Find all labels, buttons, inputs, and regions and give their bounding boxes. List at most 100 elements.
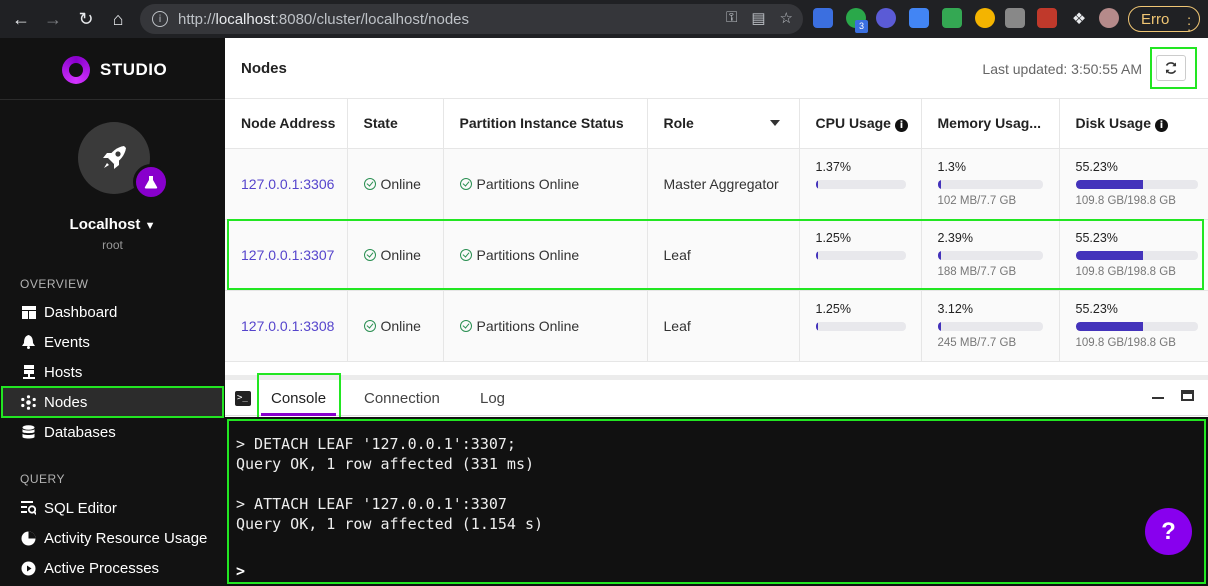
address-bar[interactable]: i http://localhost:8080/cluster/localhos…	[140, 4, 803, 34]
help-button[interactable]: ?	[1145, 508, 1192, 555]
node-address-link[interactable]: 127.0.0.1:3306	[241, 176, 334, 192]
cell-role: Leaf	[647, 290, 800, 362]
home-icon[interactable]: ⌂	[105, 6, 131, 32]
cell-disk-usage: 55.23% 109.8 GB/198.8 GB	[1059, 148, 1208, 220]
info-icon[interactable]: i	[894, 118, 908, 132]
cell-node-address[interactable]: 127.0.0.1:3306	[225, 148, 348, 220]
studio-logo-icon	[62, 56, 90, 84]
sidebar-item-activity-resource-usage[interactable]: Activity Resource Usage	[3, 524, 222, 552]
check-circle-icon	[363, 177, 376, 190]
console-line: Query OK, 1 row affected (331 ms)	[236, 455, 535, 473]
table-row[interactable]: 127.0.0.1:3306 Online Partitions Online Mas…	[225, 148, 1208, 220]
site-info-icon[interactable]: i	[152, 11, 168, 27]
forward-icon[interactable]: →	[40, 6, 66, 32]
brand-name: STUDIO	[100, 60, 168, 79]
extension-3-icon[interactable]	[876, 8, 896, 28]
cell-memory-usage: 2.39% 188 MB/7.7 GB	[921, 219, 1060, 291]
cpu-usage-bar	[815, 179, 906, 189]
sidebar-item-label: Nodes	[44, 393, 88, 411]
cell-partition-status: Partitions Online	[443, 290, 648, 362]
cell-disk-usage: 55.23% 109.8 GB/198.8 GB	[1059, 219, 1208, 291]
cell-disk-usage: 55.23% 109.8 GB/198.8 GB	[1059, 290, 1208, 362]
extension-6-icon[interactable]	[975, 8, 995, 28]
info-icon[interactable]: i	[1154, 118, 1168, 132]
host-icon	[21, 364, 36, 380]
brand[interactable]: STUDIO	[62, 56, 167, 84]
extension-badge: 3	[855, 20, 868, 33]
disk-usage-bar	[1075, 321, 1198, 331]
terminal-icon: >_	[235, 391, 251, 406]
column-header-partition-status[interactable]: Partition Instance Status	[443, 99, 648, 149]
sidebar-item-events[interactable]: Events	[3, 328, 222, 356]
column-header-node-address[interactable]: Node Address	[225, 99, 348, 149]
sidebar-item-databases[interactable]: Databases	[3, 418, 222, 446]
dashboard-icon	[21, 305, 36, 320]
bookmark-star-icon[interactable]: ☆	[780, 9, 793, 27]
extension-5-icon[interactable]	[942, 8, 962, 28]
flask-icon	[144, 176, 158, 189]
profile-error-button[interactable]: Erro...	[1128, 6, 1200, 33]
back-icon[interactable]: ←	[8, 6, 34, 32]
caret-down-icon[interactable]	[769, 120, 780, 127]
extensions-puzzle-icon[interactable]: ❖	[1066, 6, 1092, 32]
sidebar-item-active-processes[interactable]: Active Processes	[3, 554, 222, 582]
cell-role: Leaf	[647, 219, 800, 291]
cell-node-address[interactable]: 127.0.0.1:3307	[225, 219, 348, 291]
processes-icon	[21, 561, 36, 576]
key-icon[interactable]: ⚿	[726, 9, 737, 27]
cell-cpu-usage: 1.25%	[799, 219, 922, 291]
sidebar-item-hosts[interactable]: Hosts	[3, 358, 222, 386]
tab-connection[interactable]: Connection	[364, 380, 440, 416]
console-line: > DETACH LEAF '127.0.0.1':3307;	[236, 435, 516, 453]
extension-1-icon[interactable]	[813, 8, 833, 28]
last-updated: Last updated: 3:50:55 AM	[982, 61, 1142, 77]
cell-node-address[interactable]: 127.0.0.1:3308	[225, 290, 348, 362]
profile-avatar-icon[interactable]	[1099, 8, 1119, 28]
cluster-selector[interactable]: Localhost ▼	[0, 216, 225, 233]
sidebar-item-label: Events	[44, 333, 90, 351]
reload-icon[interactable]: ↻	[73, 6, 99, 32]
minimize-pane-icon[interactable]	[1152, 397, 1164, 399]
column-header-cpu-usage[interactable]: CPU Usage i	[799, 99, 922, 149]
rocket-icon	[103, 146, 126, 169]
database-icon	[21, 424, 36, 440]
nodes-table: Node Address State Partition Instance St…	[225, 99, 1208, 362]
console-prompt[interactable]: >	[236, 562, 245, 580]
main-content: Nodes Last updated: 3:50:55 AM Node Addr…	[225, 38, 1208, 586]
maximize-pane-icon[interactable]	[1181, 390, 1194, 401]
extension-7-icon[interactable]	[1005, 8, 1025, 28]
extension-8-icon[interactable]	[1037, 8, 1057, 28]
table-header-row: Node Address State Partition Instance St…	[225, 99, 1208, 149]
column-header-disk-usage[interactable]: Disk Usage i	[1059, 99, 1208, 149]
extension-4-icon[interactable]	[909, 8, 929, 28]
overview-section-title: OVERVIEW	[20, 277, 89, 291]
sidebar-item-sql-editor[interactable]: SQL Editor	[3, 494, 222, 522]
cluster-user: root	[102, 238, 123, 252]
page-title: Nodes	[241, 60, 287, 77]
node-address-link[interactable]: 127.0.0.1:3307	[241, 247, 334, 263]
sidebar-item-nodes[interactable]: Nodes	[1, 386, 224, 418]
console-tabs-bar: >_ Console Connection Log	[225, 373, 1208, 419]
node-address-link[interactable]: 127.0.0.1:3308	[241, 318, 334, 334]
cell-state: Online	[347, 148, 444, 220]
table-row[interactable]: 127.0.0.1:3307 Online Partitions Online Lea…	[225, 219, 1208, 291]
table-row[interactable]: 127.0.0.1:3308 Online Partitions Online Lea…	[225, 290, 1208, 362]
sidebar-item-label: Activity Resource Usage	[44, 529, 208, 547]
sidebar-item-dashboard[interactable]: Dashboard	[3, 298, 222, 326]
memory-usage-bar	[937, 179, 1043, 189]
chevron-down-icon: ▼	[144, 220, 156, 232]
sidebar-item-label: Dashboard	[44, 303, 118, 321]
cell-cpu-usage: 1.25%	[799, 290, 922, 362]
cell-memory-usage: 1.3% 102 MB/7.7 GB	[921, 148, 1060, 220]
column-header-role[interactable]: Role	[647, 99, 800, 149]
memory-usage-bar	[937, 321, 1043, 331]
cell-partition-status: Partitions Online	[443, 148, 648, 220]
column-header-memory-usage[interactable]: Memory Usag...	[921, 99, 1060, 149]
translate-icon[interactable]: ▤	[751, 9, 765, 27]
tab-log[interactable]: Log	[480, 380, 505, 416]
console-line: > ATTACH LEAF '127.0.0.1':3307	[236, 495, 507, 513]
console-output[interactable]: > DETACH LEAF '127.0.0.1':3307; Query OK,…	[225, 417, 1208, 586]
column-header-state[interactable]: State	[347, 99, 444, 149]
url-text[interactable]: http://localhost:8080/cluster/localhost/…	[178, 11, 469, 28]
